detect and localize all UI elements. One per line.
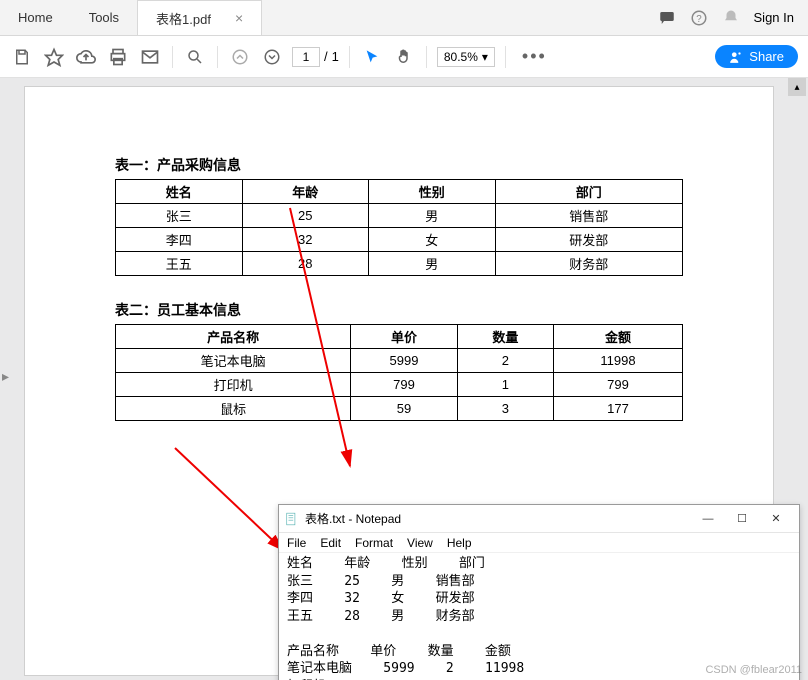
- table1-title: 表一：产品采购信息: [115, 155, 683, 175]
- watermark: CSDN @fblear2011: [705, 664, 802, 676]
- menu-view[interactable]: View: [407, 536, 433, 550]
- chevron-down-icon: ▾: [482, 50, 488, 64]
- star-icon[interactable]: [42, 45, 66, 69]
- minimize-icon[interactable]: —: [691, 508, 725, 530]
- table-row: 鼠标593177: [116, 397, 683, 421]
- right-panel-icons: ▴: [786, 78, 808, 96]
- table2-title: 表二：员工基本信息: [115, 300, 683, 320]
- page-indicator: / 1: [292, 47, 339, 67]
- menu-help[interactable]: Help: [447, 536, 472, 550]
- table1: 姓名 年龄 性别 部门 张三25男销售部 李四32女研发部 王五28男财务部: [115, 179, 683, 276]
- comment-icon[interactable]: [658, 9, 676, 27]
- tab-bar: Home Tools 表格1.pdf × ? Sign In: [0, 0, 808, 36]
- tab-tools[interactable]: Tools: [71, 0, 137, 35]
- table-row: 笔记本电脑5999211998: [116, 349, 683, 373]
- notepad-window: 表格.txt - Notepad — ☐ ✕ File Edit Format …: [278, 504, 800, 680]
- notepad-textarea[interactable]: 姓名 年龄 性别 部门 张三 25 男 销售部 李四 32 女 研发部 王五 2…: [279, 553, 799, 680]
- cursor-icon[interactable]: [360, 45, 384, 69]
- table2: 产品名称 单价 数量 金额 笔记本电脑5999211998 打印机7991799…: [115, 324, 683, 421]
- share-button[interactable]: Share: [715, 45, 798, 68]
- cloud-upload-icon[interactable]: [74, 45, 98, 69]
- panel-toggle-icon[interactable]: ▸: [2, 368, 9, 385]
- toolbar: / 1 80.5% ▾ ••• Share: [0, 36, 808, 78]
- menu-format[interactable]: Format: [355, 536, 393, 550]
- page-total: 1: [332, 49, 339, 64]
- maximize-icon[interactable]: ☐: [725, 508, 759, 530]
- page-current-input[interactable]: [292, 47, 320, 67]
- menu-edit[interactable]: Edit: [320, 536, 341, 550]
- table-row: 打印机7991799: [116, 373, 683, 397]
- svg-text:?: ?: [696, 13, 702, 24]
- tab-document-label: 表格1.pdf: [156, 9, 211, 28]
- search-icon[interactable]: [183, 45, 207, 69]
- page-down-icon[interactable]: [260, 45, 284, 69]
- zoom-select[interactable]: 80.5% ▾: [437, 47, 495, 67]
- zoom-value: 80.5%: [444, 50, 478, 64]
- scroll-up-icon[interactable]: ▴: [788, 78, 806, 96]
- table-row: 张三25男销售部: [116, 204, 683, 228]
- page-up-icon[interactable]: [228, 45, 252, 69]
- page-sep: /: [324, 49, 328, 64]
- email-icon[interactable]: [138, 45, 162, 69]
- print-icon[interactable]: [106, 45, 130, 69]
- sign-in-link[interactable]: Sign In: [754, 10, 794, 25]
- table-row: 产品名称 单价 数量 金额: [116, 325, 683, 349]
- table-row: 李四32女研发部: [116, 228, 683, 252]
- table-row: 姓名 年龄 性别 部门: [116, 180, 683, 204]
- menu-file[interactable]: File: [287, 536, 306, 550]
- share-label: Share: [749, 49, 784, 64]
- tab-home[interactable]: Home: [0, 0, 71, 35]
- notepad-menubar: File Edit Format View Help: [279, 533, 799, 553]
- hand-icon[interactable]: [392, 45, 416, 69]
- table-row: 王五28男财务部: [116, 252, 683, 276]
- bell-icon[interactable]: [722, 9, 740, 27]
- save-icon[interactable]: [10, 45, 34, 69]
- help-icon[interactable]: ?: [690, 9, 708, 27]
- notepad-titlebar[interactable]: 表格.txt - Notepad — ☐ ✕: [279, 505, 799, 533]
- tab-document[interactable]: 表格1.pdf ×: [137, 0, 262, 35]
- close-icon[interactable]: ✕: [759, 508, 793, 530]
- document-viewport: ▸ ▴ 表一：产品采购信息 姓名 年龄 性别 部门 张三25男销售部 李四32女…: [0, 78, 808, 680]
- more-icon[interactable]: •••: [516, 46, 553, 67]
- notepad-app-icon: [285, 512, 299, 526]
- notepad-title: 表格.txt - Notepad: [305, 510, 401, 527]
- close-tab-icon[interactable]: ×: [235, 10, 243, 26]
